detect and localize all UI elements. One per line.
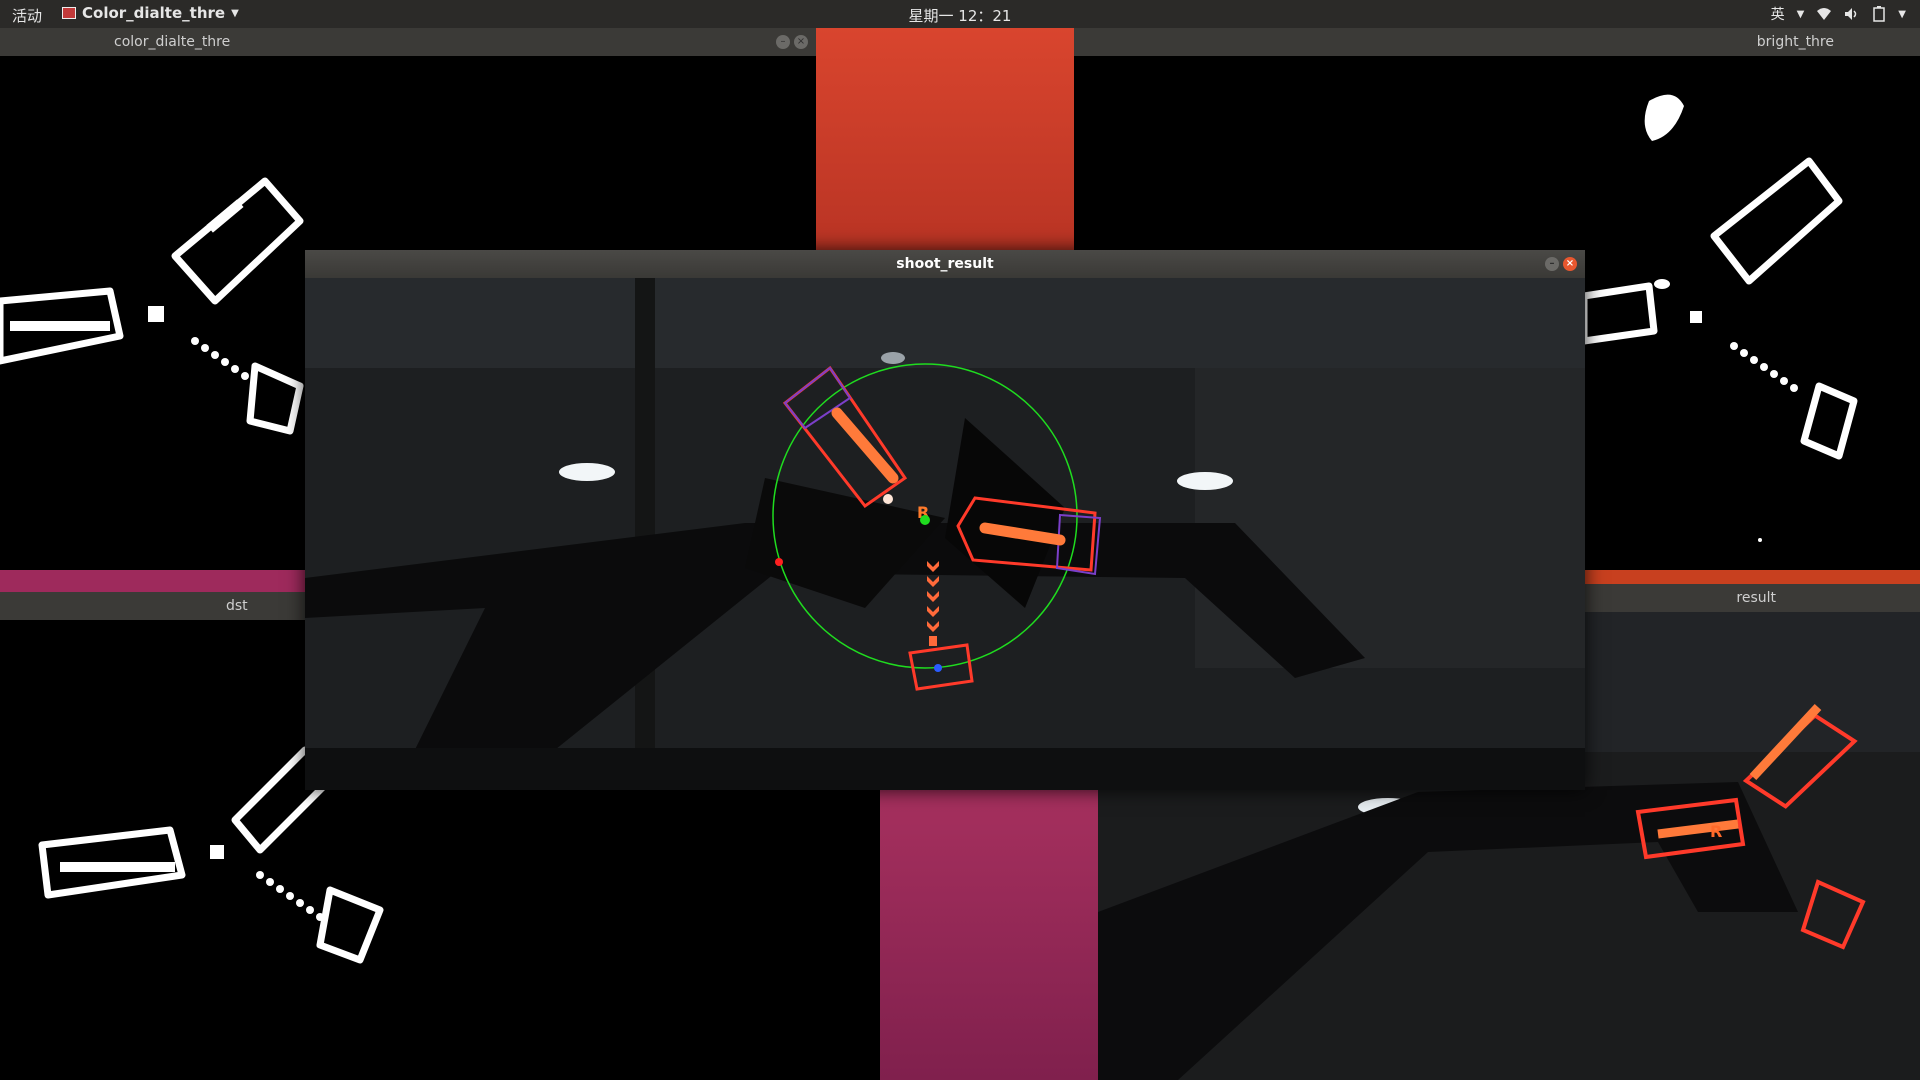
window-shoot-result[interactable]: shoot_result – × R — [305, 250, 1585, 790]
window-title: shoot_result — [896, 256, 994, 272]
chevron-down-icon: ▼ — [1898, 8, 1906, 20]
window-title: color_dialte_thre — [114, 34, 231, 50]
target-marker — [934, 664, 942, 672]
system-tray[interactable]: 英 ▼ ▼ — [1771, 4, 1906, 24]
minimize-icon[interactable]: – — [776, 35, 790, 49]
minimize-icon[interactable]: – — [1545, 257, 1559, 271]
armor-outline — [1710, 157, 1843, 285]
chevron-down-icon: ▼ — [1796, 8, 1805, 20]
center-marker — [920, 515, 930, 525]
window-titlebar[interactable]: color_dialte_thre – × — [0, 28, 816, 56]
window-title: bright_thre — [1756, 34, 1834, 50]
clock[interactable]: 星期一 12：21 — [0, 5, 1920, 26]
wifi-icon — [1817, 8, 1832, 20]
armor-outline — [1800, 382, 1858, 460]
armor-outline — [1580, 282, 1658, 345]
top-panel: 活动 Color_dialte_thre ▼ 星期一 12：21 英 ▼ ▼ — [0, 0, 1920, 28]
battery-icon — [1873, 6, 1886, 22]
wallpaper-strip-right — [1585, 570, 1920, 584]
wallpaper-strip-bottom — [880, 790, 1098, 1080]
armor-outline — [246, 362, 304, 435]
prediction-marker — [775, 558, 783, 566]
volume-icon — [1845, 8, 1857, 20]
armor-outline — [316, 886, 384, 964]
window-titlebar[interactable]: bright_thre — [1074, 28, 1920, 56]
window-titlebar[interactable]: shoot_result – × — [305, 250, 1585, 278]
camera-image-canvas: R — [305, 278, 1585, 790]
close-icon[interactable]: × — [1563, 257, 1577, 271]
svg-text:R: R — [1710, 822, 1722, 841]
wallpaper-strip-top — [816, 28, 1074, 250]
close-icon[interactable]: × — [794, 35, 808, 49]
armor-outline — [171, 177, 304, 305]
window-title: result — [1736, 590, 1776, 606]
window-title: dst — [226, 598, 248, 614]
input-method-indicator[interactable]: 英 — [1771, 4, 1785, 24]
wallpaper-strip-left — [0, 570, 305, 592]
